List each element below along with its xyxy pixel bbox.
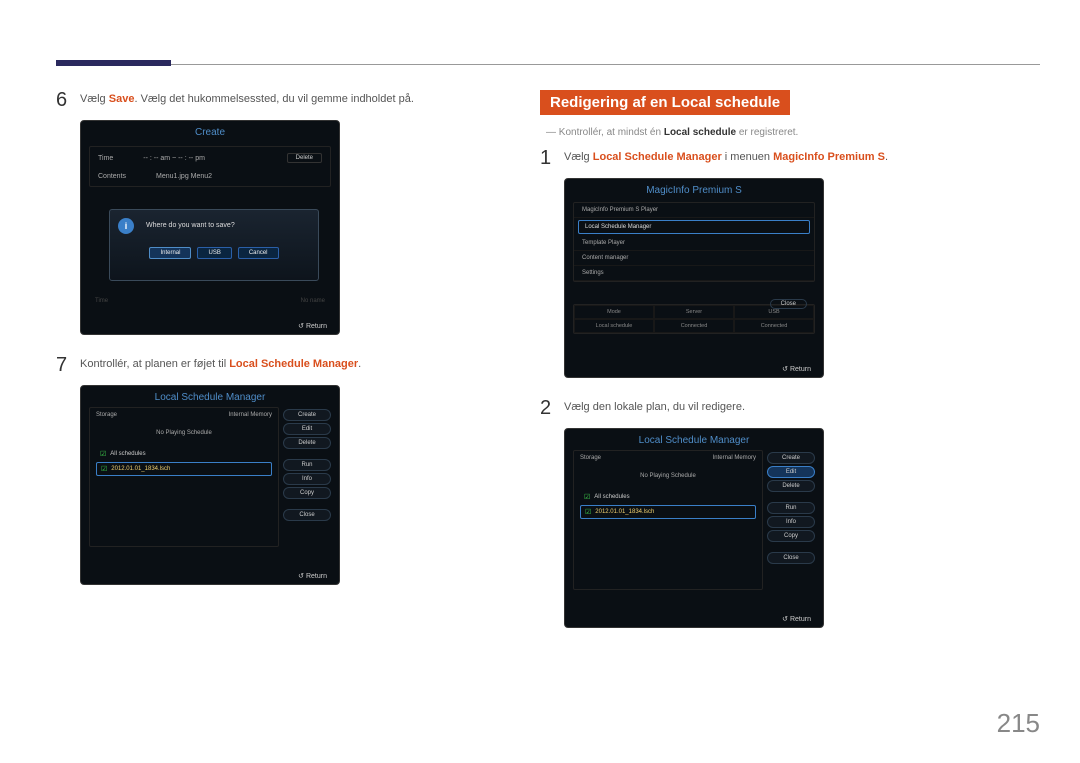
copy-button[interactable]: Copy [283,487,331,499]
schedule-file-row[interactable]: ☑2012.01.01_1834.lsch [96,462,272,476]
step-6-text: Vælg Save. Vælg det hukommelsessted, du … [80,90,414,107]
label-internal-memory: Internal Memory [229,412,272,418]
return-hint: Return [782,365,811,373]
edit-button[interactable]: Edit [283,423,331,435]
mi-menu: MagicInfo Premium S Player Local Schedul… [573,202,815,282]
edit-button[interactable]: Edit [767,466,815,478]
step-number: 7 [56,355,80,375]
close-button[interactable]: Close [767,552,815,564]
step-6: 6 Vælg Save. Vælg det hukommelsessted, d… [56,90,516,110]
step-number: 1 [540,148,564,168]
return-hint: Return [298,322,327,330]
lsm-buttons: Create Edit Delete Run Info Copy Close [763,450,815,590]
mi-item-template[interactable]: Template Player [574,236,814,251]
label-contents: Contents [98,173,126,180]
panel-title: Create [81,121,339,142]
check-icon: ☑ [100,450,106,458]
run-button[interactable]: Run [767,502,815,514]
step-2-text: Vælg den lokale plan, du vil redigere. [564,398,745,415]
step-2: 2 Vælg den lokale plan, du vil redigere. [540,398,1030,418]
lsm-header-row: Storage Internal Memory [580,455,756,461]
dialog-question: Where do you want to save? [146,222,310,229]
no-playing-label: No Playing Schedule [96,430,272,436]
no-playing-label: No Playing Schedule [580,473,756,479]
internal-button[interactable]: Internal [149,247,191,259]
status-v-server: Connected [654,319,734,333]
cancel-button[interactable]: Cancel [238,247,279,259]
panel-create: Create Time -- : -- am ~ -- : -- pm Dele… [80,120,340,335]
panel-title: Local Schedule Manager [565,429,823,450]
return-hint: Return [782,615,811,623]
label-internal-memory: Internal Memory [713,455,756,461]
panel-create-inner: Time -- : -- am ~ -- : -- pm Delete Cont… [89,146,331,187]
label-storage: Storage [580,455,601,461]
step-7: 7 Kontrollér, at planen er føjet til Loc… [56,355,516,375]
lsm-list: Storage Internal Memory No Playing Sched… [89,407,279,547]
status-v-usb: Connected [734,319,814,333]
delete-button[interactable]: Delete [767,480,815,492]
contents-value: Menu1.jpg Menu2 [156,173,212,180]
run-button[interactable]: Run [283,459,331,471]
check-icon: ☑ [101,465,107,473]
dialog-buttons: Internal USB Cancel [118,247,310,259]
time-value: -- : -- am ~ -- : -- pm [143,155,205,162]
panel-title: Local Schedule Manager [81,386,339,407]
check-icon: ☑ [585,508,591,516]
lsm-buttons: Create Edit Delete Run Info Copy Close [279,407,331,547]
lsm-list: Storage Internal Memory No Playing Sched… [573,450,763,590]
step-number: 6 [56,90,80,110]
schedule-file-row[interactable]: ☑2012.01.01_1834.lsch [580,505,756,519]
right-column: Redigering af en Local schedule Kontroll… [540,90,1030,648]
mi-item-player[interactable]: MagicInfo Premium S Player [574,203,814,218]
delete-button[interactable]: Delete [287,153,322,163]
label-time: Time [98,155,113,162]
row-time: Time -- : -- am ~ -- : -- pm Delete [96,151,324,165]
lsm-header-row: Storage Internal Memory [96,412,272,418]
create-button[interactable]: Create [283,409,331,421]
bottom-row: Time No name [95,298,325,304]
panel-lsm-1: Local Schedule Manager Storage Internal … [80,385,340,585]
info-button[interactable]: Info [767,516,815,528]
save-dialog: i Where do you want to save? Internal US… [109,209,319,281]
status-h-mode: Mode [574,305,654,319]
page-number: 215 [997,708,1040,739]
step-1: 1 Vælg Local Schedule Manager i menuen M… [540,148,1030,168]
all-schedules-row[interactable]: ☑All schedules [580,491,756,503]
panel-title: MagicInfo Premium S [565,179,823,200]
section-title: Redigering af en Local schedule [540,90,790,115]
note: Kontrollér, at mindst én Local schedule … [540,127,1030,138]
label-storage: Storage [96,412,117,418]
panel-magicinfo: MagicInfo Premium S MagicInfo Premium S … [564,178,824,378]
header-accent [56,60,171,66]
close-button[interactable]: Close [770,299,807,309]
lsm-body: Storage Internal Memory No Playing Sched… [89,407,331,547]
return-hint: Return [298,572,327,580]
header-rule [56,64,1040,65]
create-button[interactable]: Create [767,452,815,464]
all-schedules-row[interactable]: ☑All schedules [96,448,272,460]
step-number: 2 [540,398,564,418]
mi-item-lsm[interactable]: Local Schedule Manager [578,220,810,234]
lsm-body: Storage Internal Memory No Playing Sched… [573,450,815,590]
info-icon: i [118,218,134,234]
panel-lsm-2: Local Schedule Manager Storage Internal … [564,428,824,628]
delete-button[interactable]: Delete [283,437,331,449]
copy-button[interactable]: Copy [767,530,815,542]
close-button[interactable]: Close [283,509,331,521]
check-icon: ☑ [584,493,590,501]
step-7-text: Kontrollér, at planen er føjet til Local… [80,355,361,372]
usb-button[interactable]: USB [197,247,231,259]
info-button[interactable]: Info [283,473,331,485]
mi-item-settings[interactable]: Settings [574,266,814,281]
status-h-server: Server [654,305,734,319]
mi-item-content[interactable]: Content manager [574,251,814,266]
step-1-text: Vælg Local Schedule Manager i menuen Mag… [564,148,888,165]
status-v-mode: Local schedule [574,319,654,333]
row-contents: Contents Menu1.jpg Menu2 [96,171,324,182]
left-column: 6 Vælg Save. Vælg det hukommelsessted, d… [56,90,516,605]
